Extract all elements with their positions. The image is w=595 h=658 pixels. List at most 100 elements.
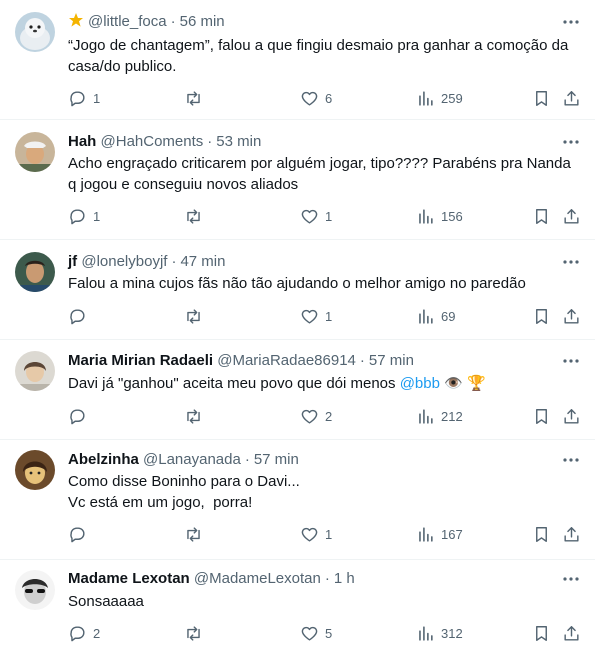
views-chart-icon <box>419 208 433 224</box>
user-handle[interactable]: @MariaRadae86914 <box>217 352 356 369</box>
share-button[interactable] <box>562 524 581 544</box>
reply-button[interactable]: 1 <box>68 88 100 108</box>
timestamp[interactable]: 53 min <box>216 133 261 150</box>
reply-count: 1 <box>93 90 101 106</box>
like-button[interactable]: 1 <box>300 524 332 544</box>
reply-button[interactable] <box>68 306 93 326</box>
avatar[interactable] <box>15 12 55 52</box>
timestamp[interactable]: 47 min <box>180 253 225 270</box>
tweet[interactable]: Maria Mirian Radaeli @MariaRadae86914 · 57… <box>0 340 595 440</box>
tweet[interactable]: Hah @HahComents · 53 min Acho engraçado cr… <box>0 120 595 240</box>
more-options-icon[interactable] <box>561 351 581 371</box>
like-button[interactable]: 1 <box>300 206 332 226</box>
reply-button[interactable]: 2 <box>68 623 100 643</box>
views-button[interactable]: 259 <box>416 88 463 108</box>
display-name[interactable]: jf <box>68 253 77 270</box>
tweet-header: Abelzinha @Lanayanada · 57 min <box>68 450 299 470</box>
views-button[interactable]: 156 <box>416 206 463 226</box>
avatar[interactable] <box>15 252 55 292</box>
tweet-text-line: Falou a mina cujos fãs não tão ajudando … <box>68 275 526 292</box>
views-button[interactable]: 69 <box>416 306 455 326</box>
user-handle[interactable]: @Lanayanada <box>143 451 241 468</box>
avatar[interactable] <box>15 351 55 391</box>
heart-icon <box>301 209 318 224</box>
bookmark-button[interactable] <box>532 623 551 643</box>
timestamp[interactable]: 56 min <box>180 13 225 30</box>
avatar[interactable] <box>15 570 55 610</box>
reply-button[interactable]: 1 <box>68 206 100 226</box>
user-handle[interactable]: @little_foca <box>88 13 167 30</box>
bookmark-icon <box>536 208 547 224</box>
tweet-text-line: “Jogo de chantagem”, falou a que fingiu … <box>68 37 569 54</box>
display-name[interactable]: Abelzinha <box>68 451 139 468</box>
display-name[interactable]: Madame Lexotan <box>68 570 190 587</box>
retweet-button[interactable] <box>184 406 209 426</box>
timestamp[interactable]: 1 h <box>334 570 355 587</box>
share-button[interactable] <box>562 623 581 643</box>
tweet[interactable]: @little_foca · 56 min “Jogo de chantagem”,… <box>0 0 595 120</box>
user-handle[interactable]: @lonelyboyjf <box>81 253 167 270</box>
tweet-text: Sonsaaaaa <box>68 591 583 612</box>
view-count: 69 <box>441 308 456 324</box>
bookmark-button[interactable] <box>532 88 551 108</box>
reply-icon <box>70 408 85 424</box>
tweet-text-line: Vc está em um jogo, porra! <box>68 494 253 511</box>
bookmark-button[interactable] <box>532 306 551 326</box>
views-button[interactable]: 312 <box>416 623 463 643</box>
retweet-icon <box>187 408 200 424</box>
tweet-text: “Jogo de chantagem”, falou a que fingiu … <box>68 35 583 77</box>
more-options-icon[interactable] <box>561 12 581 32</box>
mention-link[interactable]: @bbb <box>400 375 440 392</box>
like-button[interactable]: 5 <box>300 623 332 643</box>
retweet-button[interactable] <box>184 524 209 544</box>
like-button[interactable]: 6 <box>300 88 332 108</box>
timestamp[interactable]: 57 min <box>254 451 299 468</box>
reply-button[interactable] <box>68 524 93 544</box>
views-button[interactable]: 167 <box>416 524 463 544</box>
more-options-icon[interactable] <box>561 252 581 272</box>
separator-dot: · <box>244 451 250 468</box>
user-handle[interactable]: @HahComents <box>101 133 204 150</box>
tweet-header: Maria Mirian Radaeli @MariaRadae86914 · 57… <box>68 351 414 371</box>
share-button[interactable] <box>562 406 581 426</box>
share-button[interactable] <box>562 88 581 108</box>
reply-button[interactable] <box>68 406 93 426</box>
avatar[interactable] <box>15 450 55 490</box>
view-count: 167 <box>441 526 463 542</box>
share-button[interactable] <box>562 206 581 226</box>
action-bar: 2 212 <box>0 406 595 426</box>
display-name[interactable]: Maria Mirian Radaeli <box>68 352 213 369</box>
bookmark-button[interactable] <box>532 524 551 544</box>
heart-icon <box>301 309 318 324</box>
bookmark-button[interactable] <box>532 206 551 226</box>
action-bar: 1 167 <box>0 524 595 544</box>
timestamp[interactable]: 57 min <box>369 352 414 369</box>
tweet[interactable]: Madame Lexotan @MadameLexotan · 1 h Sonsaa… <box>0 560 595 658</box>
retweet-button[interactable] <box>184 206 209 226</box>
retweet-button[interactable] <box>184 306 209 326</box>
tweet[interactable]: Abelzinha @Lanayanada · 57 min Como disse … <box>0 440 595 560</box>
tweet[interactable]: jf @lonelyboyjf · 47 min Falou a mina cujo… <box>0 240 595 340</box>
more-options-icon[interactable] <box>561 132 581 152</box>
tweet-text-line: Sonsaaaaa <box>68 593 144 610</box>
avatar[interactable] <box>15 132 55 172</box>
bookmark-icon <box>536 625 547 641</box>
share-icon <box>564 90 579 106</box>
retweet-button[interactable] <box>184 88 209 108</box>
more-options-icon[interactable] <box>561 450 581 470</box>
like-count: 5 <box>325 625 333 641</box>
star-badge-icon <box>69 13 83 27</box>
like-count: 1 <box>325 526 333 542</box>
retweet-button[interactable] <box>184 623 209 643</box>
views-button[interactable]: 212 <box>416 406 463 426</box>
user-handle[interactable]: @MadameLexotan <box>194 570 321 587</box>
tweet-text-line: Como disse Boninho para o Davi... <box>68 473 300 490</box>
like-button[interactable]: 2 <box>300 406 332 426</box>
like-button[interactable]: 1 <box>300 306 332 326</box>
more-options-icon[interactable] <box>561 569 581 589</box>
share-button[interactable] <box>562 306 581 326</box>
display-name[interactable]: Hah <box>68 133 96 150</box>
retweet-icon <box>187 625 200 641</box>
bookmark-button[interactable] <box>532 406 551 426</box>
view-count: 312 <box>441 625 463 641</box>
